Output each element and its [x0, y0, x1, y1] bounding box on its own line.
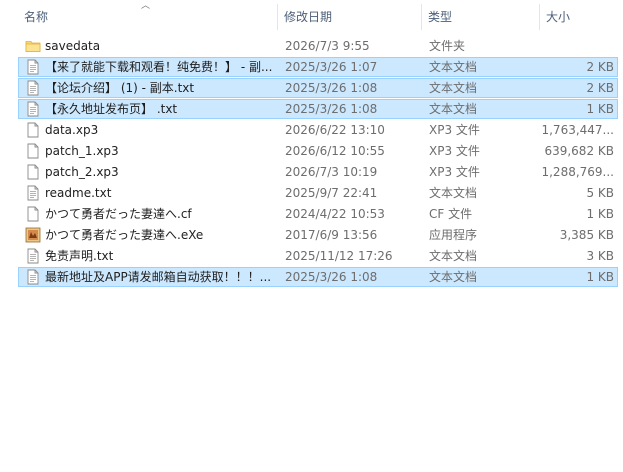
column-header: ︿ 名称 修改日期 类型 大小	[0, 0, 623, 34]
file-type: 文本文档	[429, 186, 478, 200]
file-type: 文本文档	[429, 60, 478, 74]
file-type: 应用程序	[429, 228, 478, 242]
file-type: XP3 文件	[429, 165, 480, 179]
file-type: 文本文档	[429, 81, 478, 95]
file-size: 1 KB	[586, 102, 614, 116]
file-size: 2 KB	[586, 81, 614, 95]
file-date: 2017/6/9 13:56	[285, 228, 378, 242]
file-date: 2026/7/3 10:19	[285, 165, 378, 179]
file-size: 1,763,447...	[541, 123, 614, 137]
file-date: 2025/9/7 22:41	[285, 186, 378, 200]
text-file-icon	[25, 248, 41, 264]
file-date: 2025/11/12 17:26	[285, 249, 393, 263]
file-date: 2025/3/26 1:08	[285, 102, 378, 116]
file-size: 5 KB	[586, 186, 614, 200]
file-date: 2026/7/3 9:55	[285, 39, 370, 53]
text-file-icon	[25, 269, 41, 285]
file-row[interactable]: 【来了就能下载和观看！纯免费！】 - 副... 2025/3/26 1:07 文本文…	[18, 57, 618, 77]
file-name: data.xp3	[45, 123, 99, 137]
file-name: patch_2.xp3	[45, 165, 119, 179]
file-type: XP3 文件	[429, 123, 480, 137]
file-type: 文件夹	[429, 39, 466, 53]
file-size: 639,682 KB	[544, 144, 614, 158]
file-date: 2024/4/22 10:53	[285, 207, 385, 221]
file-date: 2025/3/26 1:08	[285, 81, 378, 95]
file-name: savedata	[45, 39, 101, 53]
file-size: 1 KB	[586, 270, 614, 284]
text-file-icon	[25, 59, 41, 75]
file-date: 2025/3/26 1:08	[285, 270, 378, 284]
file-name: readme.txt	[45, 186, 112, 200]
file-row[interactable]: かつて勇者だった妻達へ.cf 2024/4/22 10:53 CF 文件 1 KB	[18, 204, 618, 224]
text-file-icon	[25, 101, 41, 117]
blank-file-icon	[25, 143, 41, 159]
file-row[interactable]: savedata 2026/7/3 9:55 文件夹	[18, 36, 618, 56]
file-type: 文本文档	[429, 249, 478, 263]
file-type: 文本文档	[429, 270, 478, 284]
folder-icon	[25, 38, 41, 54]
blank-file-icon	[25, 164, 41, 180]
file-name: かつて勇者だった妻達へ.eXe	[45, 228, 204, 242]
file-name: 【永久地址发布页】 .txt	[45, 102, 178, 116]
file-row[interactable]: readme.txt 2025/9/7 22:41 文本文档 5 KB	[18, 183, 618, 203]
file-name: 【论坛介绍】 (1) - 副本.txt	[45, 81, 195, 95]
file-row[interactable]: 免责声明.txt 2025/11/12 17:26 文本文档 3 KB	[18, 246, 618, 266]
file-type: XP3 文件	[429, 144, 480, 158]
column-header-size[interactable]: 大小	[540, 0, 623, 34]
column-header-name[interactable]: 名称	[18, 0, 276, 34]
file-row[interactable]: 【永久地址发布页】 .txt 2025/3/26 1:08 文本文档 1 KB	[18, 99, 618, 119]
app-icon	[25, 227, 41, 243]
file-size: 3,385 KB	[559, 228, 614, 242]
file-name: patch_1.xp3	[45, 144, 119, 158]
file-row[interactable]: patch_1.xp3 2026/6/12 10:55 XP3 文件 639,682 …	[18, 141, 618, 161]
column-header-type[interactable]: 类型	[422, 0, 540, 34]
file-size: 1,288,769...	[541, 165, 614, 179]
file-date: 2026/6/22 13:10	[285, 123, 385, 137]
file-type: CF 文件	[429, 207, 473, 221]
file-size: 3 KB	[586, 249, 614, 263]
text-file-icon	[25, 185, 41, 201]
file-row[interactable]: かつて勇者だった妻達へ.eXe 2017/6/9 13:56 应用程序 3,385 K…	[18, 225, 618, 245]
column-header-date[interactable]: 修改日期	[278, 0, 422, 34]
text-file-icon	[25, 80, 41, 96]
file-name: かつて勇者だった妻達へ.cf	[45, 207, 192, 221]
file-type: 文本文档	[429, 102, 478, 116]
file-size	[539, 37, 614, 55]
file-row[interactable]: data.xp3 2026/6/22 13:10 XP3 文件 1,763,447..…	[18, 120, 618, 140]
file-date: 2025/3/26 1:07	[285, 60, 378, 74]
file-date: 2026/6/12 10:55	[285, 144, 385, 158]
file-row[interactable]: 最新地址及APP请发邮箱自动获取！！！... 2025/3/26 1:08 文本文档…	[18, 267, 618, 287]
file-name: 最新地址及APP请发邮箱自动获取！！！...	[45, 270, 272, 284]
file-name: 【来了就能下载和观看！纯免费！】 - 副...	[45, 60, 273, 74]
file-name: 免责声明.txt	[45, 249, 114, 263]
file-row[interactable]: patch_2.xp3 2026/7/3 10:19 XP3 文件 1,288,769…	[18, 162, 618, 182]
blank-file-icon	[25, 206, 41, 222]
file-size: 2 KB	[586, 60, 614, 74]
blank-file-icon	[25, 122, 41, 138]
file-size: 1 KB	[586, 207, 614, 221]
file-row[interactable]: 【论坛介绍】 (1) - 副本.txt 2025/3/26 1:08 文本文档 2 K…	[18, 78, 618, 98]
